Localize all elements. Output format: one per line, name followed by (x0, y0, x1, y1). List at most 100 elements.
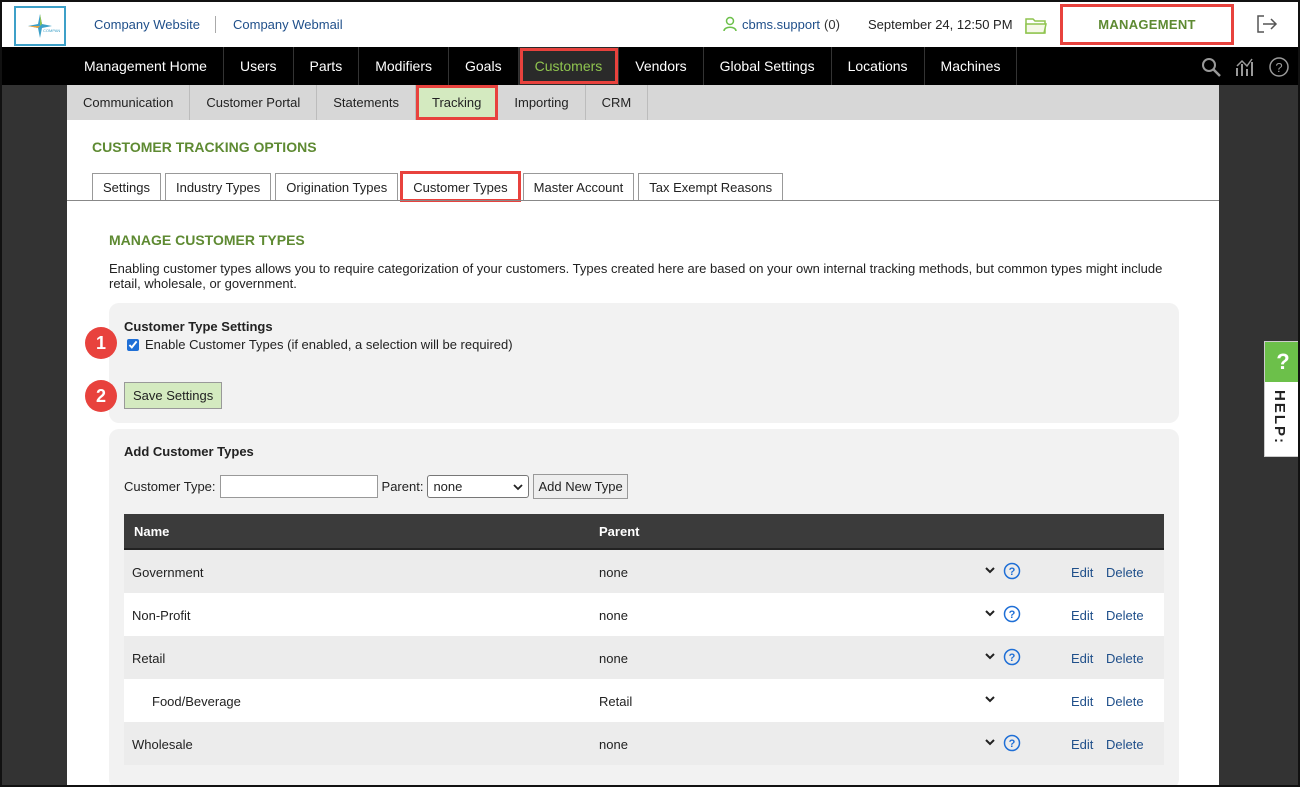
question-icon[interactable]: ? (1003, 734, 1021, 752)
add-customer-types-panel: Add Customer Types Customer Type: Parent… (109, 429, 1179, 785)
tracking-tabs: Settings Industry Types Origination Type… (92, 171, 784, 202)
nav-customers[interactable]: Customers (518, 47, 620, 85)
nav-vendors[interactable]: Vendors (619, 47, 704, 85)
column-header-parent: Parent (599, 524, 640, 539)
company-logo[interactable]: COMPANY (14, 6, 66, 46)
table-row: Retail none ? Edit Delete (124, 636, 1164, 679)
table-row: Wholesale none ? Edit Delete (124, 722, 1164, 765)
app-frame: COMPANY Company Website Company Webmail … (0, 0, 1300, 787)
logo-icon: COMPANY (28, 14, 60, 38)
row-name: Food/Beverage (152, 694, 241, 709)
delete-link[interactable]: Delete (1106, 694, 1144, 709)
section-heading: MANAGE CUSTOMER TYPES (109, 232, 305, 248)
delete-link[interactable]: Delete (1106, 608, 1144, 623)
tab-customer-types[interactable]: Customer Types (400, 171, 521, 202)
datetime: September 24, 12:50 PM (868, 17, 1013, 32)
step-marker-2: 2 (85, 380, 117, 412)
row-parent: none (599, 608, 628, 623)
enable-customer-types-label: Enable Customer Types (if enabled, a sel… (145, 337, 513, 352)
company-webmail-link[interactable]: Company Webmail (233, 17, 343, 32)
edit-link[interactable]: Edit (1071, 565, 1093, 580)
top-header: COMPANY Company Website Company Webmail … (2, 2, 1298, 47)
chevron-down-icon[interactable] (984, 736, 996, 748)
user-menu[interactable]: cbms.support (0) (722, 16, 840, 32)
table-row: Food/Beverage Retail Edit Delete (124, 679, 1164, 722)
svg-text:?: ? (1009, 652, 1016, 664)
tab-industry-types[interactable]: Industry Types (164, 173, 272, 200)
add-panel-title: Add Customer Types (124, 444, 254, 459)
delete-link[interactable]: Delete (1106, 565, 1144, 580)
customer-type-input[interactable] (219, 475, 378, 498)
tab-settings[interactable]: Settings (92, 173, 161, 200)
row-name: Wholesale (132, 737, 193, 752)
nav-parts[interactable]: Parts (294, 47, 360, 85)
analytics-icon[interactable] (1234, 56, 1256, 78)
subnav-crm[interactable]: CRM (586, 85, 649, 120)
tab-divider (67, 200, 1219, 201)
svg-text:?: ? (1275, 60, 1282, 75)
row-name: Government (132, 565, 204, 580)
nav-goals[interactable]: Goals (449, 47, 519, 85)
help-tab[interactable]: ? HELP: (1264, 341, 1298, 457)
subnav-statements[interactable]: Statements (317, 85, 417, 120)
edit-link[interactable]: Edit (1071, 651, 1093, 666)
chevron-down-icon[interactable] (984, 693, 996, 705)
table-header: Name Parent (124, 514, 1164, 550)
chevron-down-icon (513, 483, 524, 490)
question-icon[interactable]: ? (1003, 605, 1021, 623)
nav-users[interactable]: Users (224, 47, 294, 85)
user-notification-count: (0) (824, 16, 840, 32)
customer-types-table: Name Parent Government none ? Edit Delet… (124, 514, 1164, 765)
page-title: CUSTOMER TRACKING OPTIONS (92, 139, 317, 155)
nav-machines[interactable]: Machines (925, 47, 1018, 85)
subnav-customer-portal[interactable]: Customer Portal (190, 85, 318, 120)
delete-link[interactable]: Delete (1106, 651, 1144, 666)
question-icon[interactable]: ? (1003, 562, 1021, 580)
table-row: Government none ? Edit Delete (124, 550, 1164, 593)
row-name: Retail (132, 651, 166, 666)
parent-select-value: none (433, 479, 463, 494)
help-question-icon: ? (1265, 342, 1298, 382)
parent-label: Parent: (381, 479, 424, 494)
help-circle-icon[interactable]: ? (1268, 56, 1290, 78)
column-header-name: Name (134, 524, 170, 539)
nav-management-home[interactable]: Management Home (68, 47, 224, 85)
enable-customer-types-row[interactable]: Enable Customer Types (if enabled, a sel… (127, 337, 513, 352)
edit-link[interactable]: Edit (1071, 608, 1093, 623)
step-marker-1: 1 (85, 327, 117, 359)
subnav-importing[interactable]: Importing (498, 85, 586, 120)
table-row: Non-Profit none ? Edit Delete (124, 593, 1164, 636)
save-settings-button[interactable]: Save Settings (124, 382, 223, 409)
row-parent: Retail (599, 694, 633, 709)
folder-icon[interactable] (1025, 15, 1047, 35)
add-new-type-button[interactable]: Add New Type (533, 474, 628, 499)
company-website-link[interactable]: Company Website (94, 17, 200, 32)
section-description: Enabling customer types allows you to re… (109, 261, 1163, 291)
main-navigation: Management Home Users Parts Modifiers Go… (2, 47, 1298, 85)
chevron-down-icon[interactable] (984, 564, 996, 576)
chevron-down-icon[interactable] (984, 650, 996, 662)
tab-origination-types[interactable]: Origination Types (275, 173, 399, 200)
nav-global-settings[interactable]: Global Settings (704, 47, 832, 85)
nav-modifiers[interactable]: Modifiers (359, 47, 449, 85)
edit-link[interactable]: Edit (1071, 737, 1093, 752)
search-icon[interactable] (1200, 56, 1222, 78)
nav-locations[interactable]: Locations (832, 47, 925, 85)
tab-tax-exempt-reasons[interactable]: Tax Exempt Reasons (638, 173, 784, 200)
logout-icon[interactable] (1256, 14, 1278, 34)
sub-navigation: Communication Customer Portal Statements… (67, 85, 1219, 120)
row-parent: none (599, 737, 628, 752)
subnav-tracking[interactable]: Tracking (416, 85, 499, 120)
enable-customer-types-checkbox[interactable] (127, 338, 139, 351)
chevron-down-icon[interactable] (984, 607, 996, 619)
tab-master-account[interactable]: Master Account (522, 173, 635, 200)
question-icon[interactable]: ? (1003, 648, 1021, 666)
edit-link[interactable]: Edit (1071, 694, 1093, 709)
header-divider (215, 16, 216, 33)
settings-panel-title: Customer Type Settings (124, 319, 273, 334)
subnav-communication[interactable]: Communication (67, 85, 191, 120)
delete-link[interactable]: Delete (1106, 737, 1144, 752)
help-label: HELP: (1271, 390, 1288, 445)
management-section-button[interactable]: MANAGEMENT (1060, 4, 1234, 45)
parent-select[interactable]: none (427, 475, 530, 498)
